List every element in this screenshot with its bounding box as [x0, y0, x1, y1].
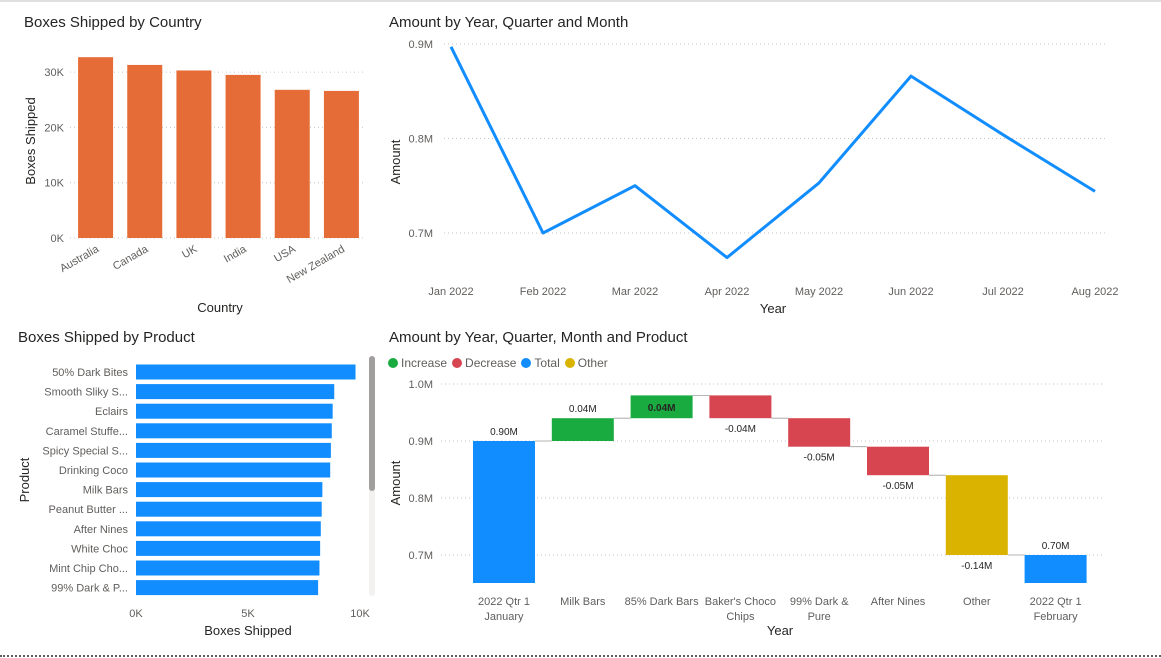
product-y-tick: Eclairs	[95, 406, 129, 418]
waterfall-bar	[945, 475, 1008, 555]
product-y-tick: Peanut Butter ...	[49, 504, 129, 516]
product-bar	[136, 403, 333, 419]
waterfall-data-label: -0.14M	[961, 561, 992, 572]
waterfall-x-tick: After Nines	[871, 596, 926, 608]
waterfall-data-label: 0.90M	[490, 427, 518, 438]
product-bar	[136, 442, 331, 458]
line-x-tick: Mar 2022	[612, 286, 658, 298]
waterfall-x-axis-title: Year	[767, 623, 794, 638]
waterfall-x-tick: Milk Bars	[560, 596, 606, 608]
country-y-tick: 0K	[51, 233, 65, 245]
line-y-tick: 0.7M	[409, 228, 433, 240]
line-x-tick: Jul 2022	[982, 286, 1024, 298]
waterfall-data-label: 0.70M	[1042, 541, 1070, 552]
waterfall-bar	[709, 395, 772, 419]
product-y-tick: Drinking Coco	[59, 465, 128, 477]
product-y-tick: Caramel Stuffe...	[46, 426, 128, 438]
waterfall-bar	[788, 418, 851, 447]
waterfall-data-label: 0.04M	[569, 404, 597, 415]
waterfall-x-tick: Baker's Choco	[705, 596, 776, 608]
product-bar	[136, 384, 335, 400]
country-bar	[323, 90, 359, 238]
waterfall-y-tick: 0.9M	[409, 436, 433, 448]
product-bar	[136, 521, 321, 537]
line-x-axis-title: Year	[760, 301, 787, 316]
country-x-tick: USA	[272, 243, 298, 265]
country-x-tick: Canada	[111, 243, 151, 273]
country-x-tick: UK	[180, 243, 200, 261]
line-y-tick: 0.8M	[409, 134, 433, 146]
country-x-tick: India	[222, 243, 249, 266]
product-y-tick: Smooth Sliky S...	[44, 387, 128, 399]
product-bar	[136, 364, 356, 380]
product-y-tick: 50% Dark Bites	[52, 367, 128, 379]
line-x-tick: May 2022	[795, 286, 843, 298]
waterfall-data-label: -0.04M	[725, 424, 756, 435]
country-y-tick: 20K	[44, 122, 64, 134]
product-bar	[136, 462, 331, 478]
product-x-axis-title: Boxes Shipped	[204, 623, 291, 638]
waterfall-x-tick: February	[1034, 611, 1079, 623]
waterfall-x-tick: Other	[963, 596, 991, 608]
product-bar	[136, 482, 323, 498]
product-bar	[136, 423, 332, 439]
waterfall-bar	[1024, 555, 1087, 583]
country-y-axis-title: Boxes Shipped	[23, 97, 38, 184]
country-bar	[78, 57, 114, 239]
waterfall-data-label: 0.04M	[648, 403, 676, 414]
product-y-tick: White Choc	[71, 543, 128, 555]
product-y-tick: After Nines	[74, 524, 129, 536]
country-x-tick: Australia	[58, 243, 102, 275]
line-x-tick: Jan 2022	[428, 286, 473, 298]
product-x-tick: 0K	[129, 608, 143, 620]
product-x-tick: 5K	[241, 608, 255, 620]
waterfall-bar	[551, 418, 614, 441]
line-y-axis-title: Amount	[388, 139, 403, 184]
waterfall-data-label: -0.05M	[882, 481, 913, 492]
product-y-axis-title: Product	[17, 457, 32, 502]
product-bar	[136, 501, 322, 517]
product-bar	[136, 580, 319, 596]
country-y-tick: 30K	[44, 67, 64, 79]
product-bar	[136, 540, 321, 556]
waterfall-y-tick: 0.7M	[409, 550, 433, 562]
waterfall-x-tick: Pure	[808, 611, 831, 623]
bottom-border	[0, 655, 1161, 657]
amount-series-line	[449, 46, 1096, 260]
product-y-tick: Mint Chip Cho...	[49, 563, 128, 575]
country-bar	[127, 64, 163, 238]
line-x-tick: Feb 2022	[520, 286, 566, 298]
waterfall-x-tick: 85% Dark Bars	[625, 596, 699, 608]
waterfall-y-axis-title: Amount	[388, 460, 403, 505]
country-y-tick: 10K	[44, 178, 64, 190]
waterfall-y-tick: 1.0M	[409, 379, 433, 391]
waterfall-x-tick: 99% Dark &	[790, 596, 849, 608]
waterfall-x-tick: Chips	[726, 611, 755, 623]
waterfall-x-tick: 2022 Qtr 1	[478, 596, 530, 608]
waterfall-x-tick: 2022 Qtr 1	[1030, 596, 1082, 608]
country-bar	[176, 70, 212, 238]
product-y-tick: Spicy Special S...	[42, 445, 128, 457]
country-x-axis-title: Country	[197, 300, 243, 315]
waterfall-data-label: -0.05M	[804, 453, 835, 464]
waterfall-bar	[867, 446, 929, 476]
line-x-tick: Aug 2022	[1071, 286, 1118, 298]
line-y-tick: 0.9M	[409, 39, 433, 51]
waterfall-y-tick: 0.8M	[409, 493, 433, 505]
waterfall-bar	[473, 441, 535, 583]
line-x-tick: Jun 2022	[888, 286, 933, 298]
product-bar	[136, 560, 320, 576]
product-x-tick: 10K	[350, 608, 370, 620]
country-bar	[274, 89, 310, 238]
charts-canvas: 0K10K20K30KAustralia Canada UK India USANew …	[17, 39, 1119, 638]
product-y-tick: Milk Bars	[83, 485, 129, 497]
product-y-tick: 99% Dark & P...	[51, 583, 128, 595]
waterfall-x-tick: January	[484, 611, 524, 623]
line-x-tick: Apr 2022	[705, 286, 750, 298]
country-bar	[225, 74, 261, 238]
